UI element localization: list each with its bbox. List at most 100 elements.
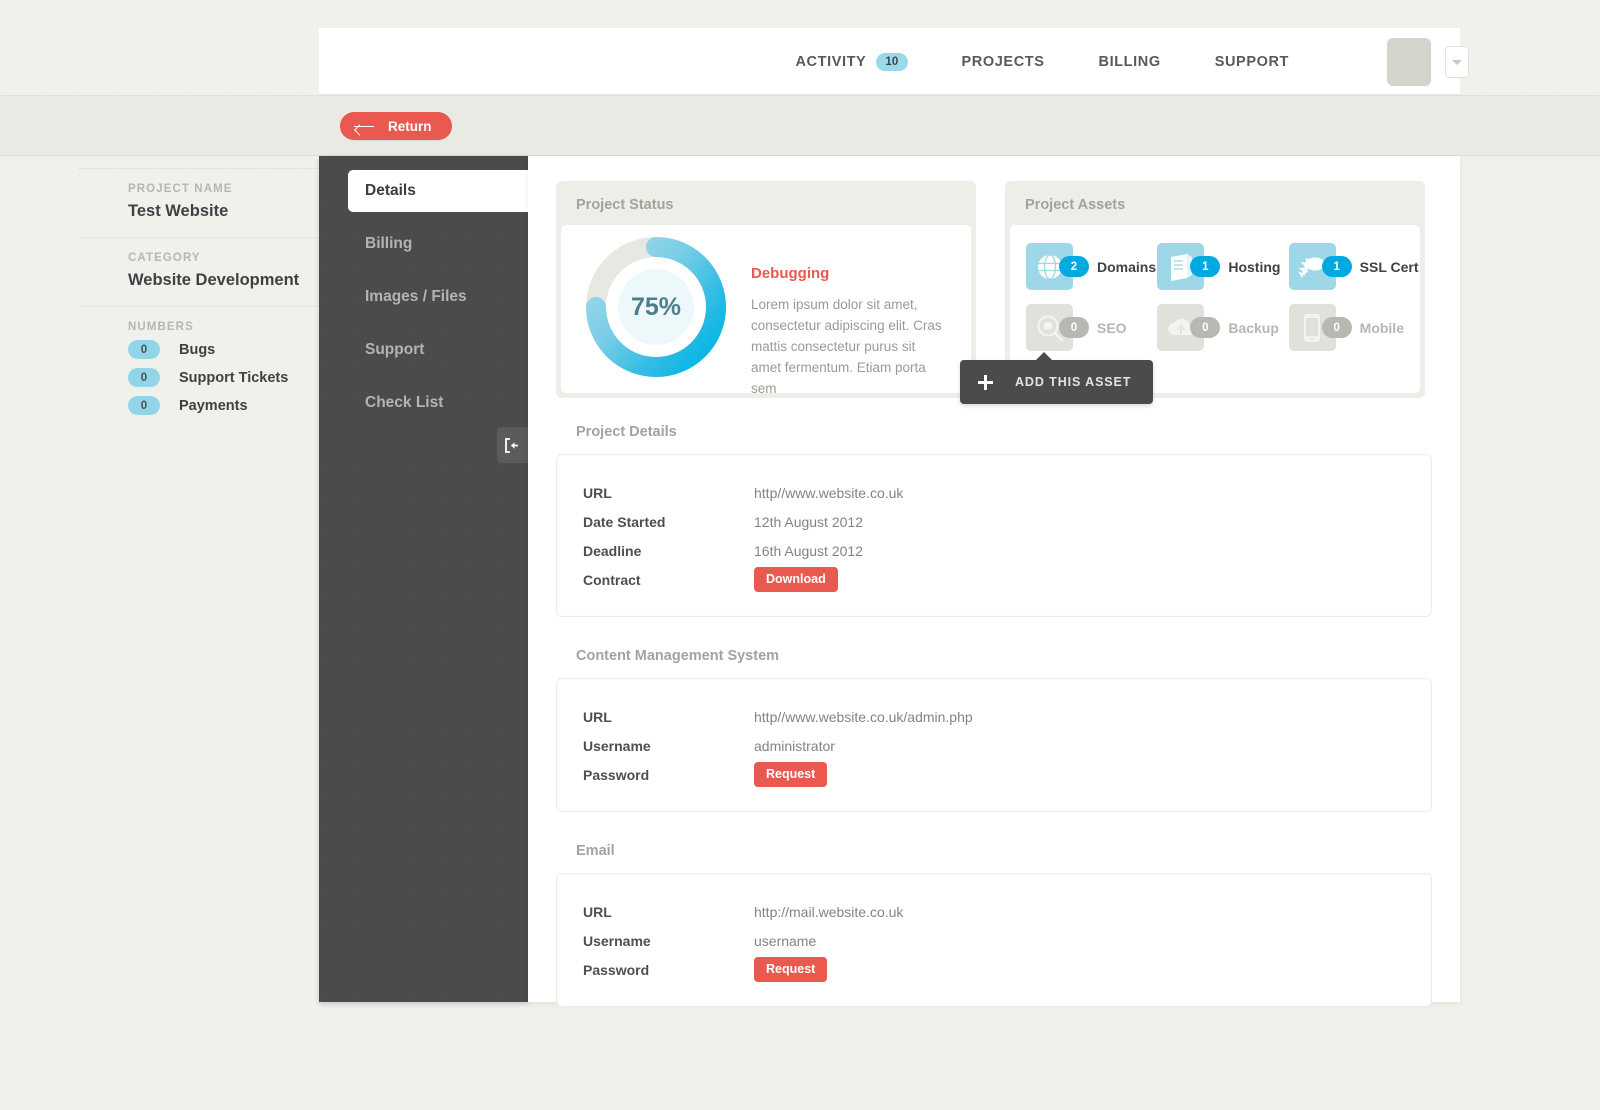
project-detail-sections: Project Details URL http//www.website.co.u… [556, 424, 1432, 1038]
asset-item-seo[interactable]: 0 SEO [1026, 304, 1157, 351]
detail-row: Password Request [557, 955, 1431, 984]
asset-count-badge: 0 [1190, 317, 1221, 338]
plus-icon [978, 374, 993, 390]
asset-item-domains[interactable]: 2 Domains [1026, 243, 1157, 290]
nav-item-billing[interactable]: BILLING [1099, 54, 1161, 70]
detail-row-key: Contract [583, 571, 641, 588]
detail-section-title: Email [576, 843, 615, 859]
request-button[interactable]: Request [754, 957, 828, 982]
project-status-text: Debugging Lorem ipsum dolor sit amet, co… [751, 242, 969, 396]
nav-item-activity[interactable]: ACTIVITY 10 [795, 52, 908, 71]
nav-item-support[interactable]: SUPPORT [1215, 54, 1289, 70]
detail-row-key: Date Started [583, 513, 666, 530]
numbers-count-badge: 0 [128, 368, 160, 387]
detail-row-key: URL [583, 903, 612, 920]
detail-section-box: URL http://mail.website.co.uk Username user… [556, 873, 1432, 1007]
detail-row-key: Password [583, 961, 650, 978]
main-navigation: ACTIVITY 10 PROJECTS BILLING SUPPORT [795, 28, 1469, 95]
account-chevron-down-icon[interactable] [1445, 45, 1469, 78]
detail-row-value: http//www.website.co.uk [754, 484, 904, 501]
download-button[interactable]: Download [754, 567, 838, 592]
nav-item-label: SUPPORT [1214, 53, 1289, 70]
asset-count-badge: 0 [1321, 317, 1352, 338]
asset-item-hosting[interactable]: 1 Hosting [1157, 243, 1288, 290]
detail-row-value: administrator [754, 737, 835, 754]
return-button-label: Return [388, 118, 432, 134]
utility-bar [0, 95, 1600, 156]
asset-label: Mobile [1359, 319, 1404, 336]
project-nav-item-billing[interactable]: Billing [319, 223, 528, 265]
arrow-left-icon [354, 121, 374, 131]
detail-row-key: Deadline [583, 542, 642, 559]
detail-row: Deadline 16th August 2012 [557, 536, 1431, 565]
main-content-panel: Project Status 75% Debugging Lorem ipsum… [528, 156, 1460, 1007]
category-block: CATEGORY Website Development [78, 238, 318, 307]
asset-item-mobile[interactable]: 0 Mobile [1288, 304, 1420, 351]
detail-row-value: http://mail.website.co.uk [754, 903, 904, 920]
project-status-title: Project Status [576, 197, 674, 213]
detail-section: Project Details URL http//www.website.co.u… [556, 424, 1432, 617]
numbers-item-label: Support Tickets [179, 369, 289, 386]
numbers-label: NUMBERS [128, 321, 194, 333]
add-asset-tooltip[interactable]: ADD THIS ASSET [960, 352, 1154, 404]
nav-item-label: ACTIVITY [795, 53, 867, 70]
asset-tile: 0 [1288, 304, 1352, 351]
detail-row: URL http://mail.website.co.uk [557, 897, 1431, 926]
numbers-row: 0 Bugs [128, 340, 318, 359]
request-button[interactable]: Request [754, 762, 828, 787]
asset-count-badge: 1 [1321, 256, 1352, 277]
detail-row: Date Started 12th August 2012 [557, 507, 1431, 536]
asset-label: SEO [1097, 319, 1127, 336]
numbers-item-label: Bugs [179, 341, 216, 358]
detail-section: Email URL http://mail.website.co.uk Usernam… [556, 843, 1432, 1007]
project-status-heading: Debugging [751, 265, 830, 282]
numbers-block: NUMBERS 0 Bugs 0 Support Tickets 0 Payments [78, 307, 318, 434]
numbers-row: 0 Payments [128, 396, 318, 415]
detail-row: Username administrator [557, 731, 1431, 760]
project-assets-title: Project Assets [1025, 197, 1126, 213]
nav-item-label: PROJECTS [961, 53, 1045, 70]
detail-section-box: URL http//www.website.co.uk Date Started 12… [556, 454, 1432, 617]
detail-section-box: URL http//www.website.co.uk/admin.php User… [556, 678, 1432, 812]
project-name-label: PROJECT NAME [128, 183, 233, 195]
asset-tile: 1 [1288, 243, 1352, 290]
project-status-description: Lorem ipsum dolor sit amet, consectetur … [751, 297, 942, 396]
asset-item-ssl-cert[interactable]: 1 SSL Cert [1288, 243, 1420, 290]
asset-tile: 1 [1157, 243, 1221, 290]
avatar[interactable] [1387, 37, 1431, 86]
detail-row-key: URL [583, 708, 612, 725]
detail-row-value: 12th August 2012 [754, 513, 863, 530]
numbers-row: 0 Support Tickets [128, 368, 318, 387]
detail-row-key: Password [583, 766, 650, 783]
asset-item-backup[interactable]: 0 Backup [1157, 304, 1288, 351]
detail-row: Password Request [557, 760, 1431, 789]
mobile-phone-icon [1304, 313, 1321, 342]
return-button[interactable]: Return [340, 112, 452, 140]
project-status-body: 75% Debugging Lorem ipsum dolor sit amet… [561, 225, 971, 396]
category-value: Website Development [128, 271, 300, 289]
project-status-card: Project Status 75% Debugging Lorem ipsum… [556, 181, 976, 398]
detail-section: Content Management System URL http//www.we… [556, 648, 1432, 812]
project-nav-item-support[interactable]: Support [319, 329, 528, 371]
collapse-sidebar-button[interactable] [497, 427, 528, 463]
add-asset-tooltip-label: ADD THIS ASSET [1015, 375, 1132, 389]
top-header-bar: ACTIVITY 10 PROJECTS BILLING SUPPORT [319, 28, 1469, 95]
asset-count-badge: 0 [1059, 317, 1089, 338]
donut-percent-label: 75% [631, 293, 681, 321]
asset-tile: 0 [1157, 304, 1221, 351]
asset-tile: 2 [1026, 243, 1089, 290]
asset-count-badge: 1 [1190, 256, 1221, 277]
numbers-count-badge: 0 [128, 340, 160, 359]
detail-row: Contract Download [557, 565, 1431, 594]
asset-label: Domains [1097, 258, 1157, 275]
nav-item-projects[interactable]: PROJECTS [962, 54, 1045, 70]
nav-badge-count: 10 [876, 52, 908, 71]
progress-donut-chart: 75% [561, 236, 751, 377]
project-nav-item-images-files[interactable]: Images / Files [319, 276, 528, 318]
detail-row-key: URL [583, 484, 612, 501]
nav-item-label: BILLING [1098, 53, 1161, 70]
asset-count-badge: 2 [1059, 256, 1089, 277]
project-nav-item-check-list[interactable]: Check List [319, 382, 528, 424]
category-label: CATEGORY [128, 252, 201, 264]
project-name-block: PROJECT NAME Test Website [78, 168, 318, 238]
